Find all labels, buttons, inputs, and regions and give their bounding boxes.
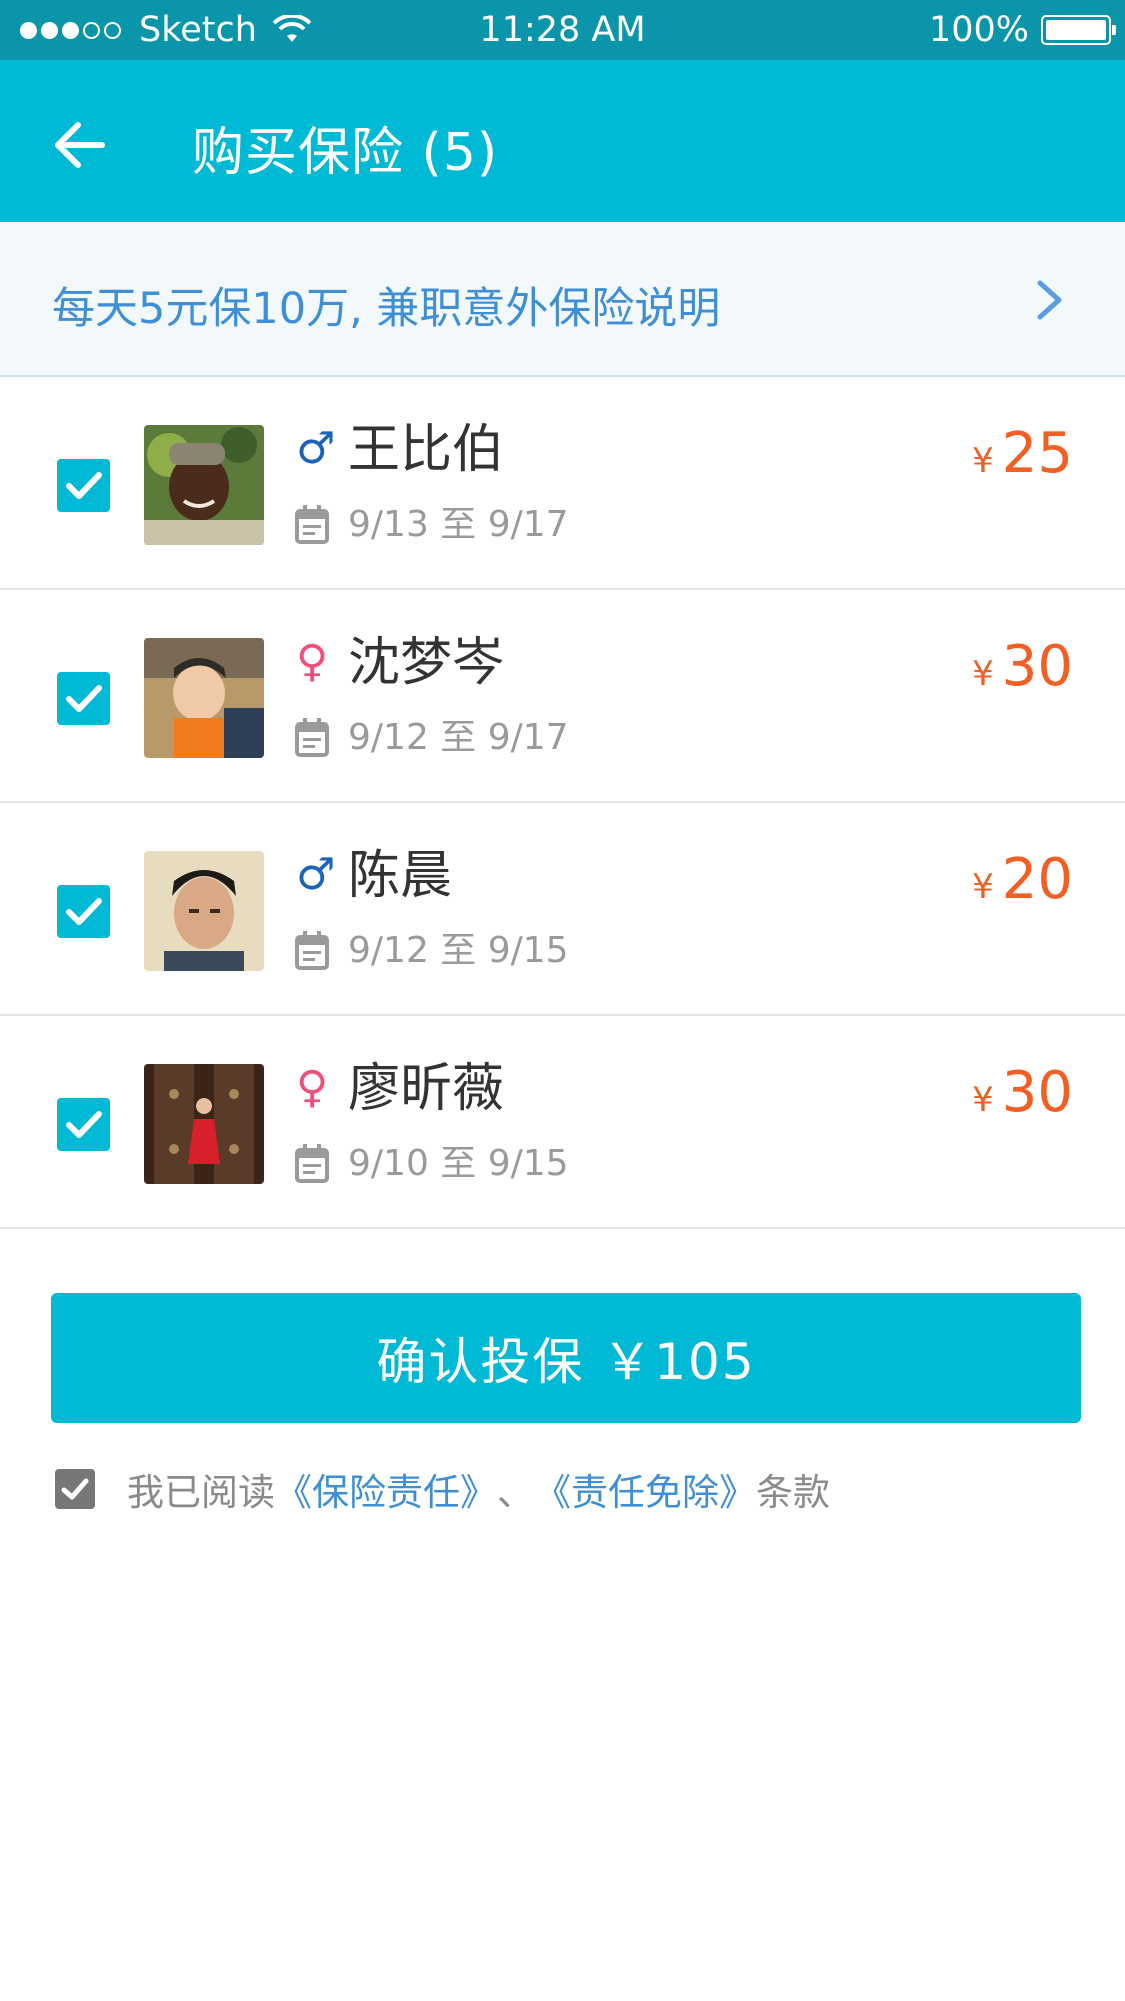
check-icon: [66, 685, 102, 712]
person-name: 廖昕薇: [348, 1059, 505, 1119]
battery-icon: [1041, 15, 1116, 45]
coverage-dates: 9/12 至 9/17: [348, 717, 569, 758]
liability-exemption-link[interactable]: 《责任免除》: [534, 1462, 756, 1516]
male-icon: ♂: [296, 849, 336, 900]
price-amount: 30: [1001, 1060, 1073, 1125]
notice-text: 每天5元保10万, 兼职意外保险说明: [52, 284, 721, 334]
currency-symbol: ¥: [972, 1080, 994, 1120]
select-checkbox[interactable]: [57, 1098, 110, 1151]
avatar: [144, 1064, 264, 1184]
arrow-left-icon[interactable]: [50, 115, 110, 175]
agreement-checkbox[interactable]: [55, 1469, 95, 1509]
list-item[interactable]: ♀ 沈梦岑 9/12 至 9/17 ¥ 30: [0, 590, 1125, 803]
price-amount: 30: [1001, 634, 1073, 699]
female-icon: ♀: [296, 1062, 329, 1113]
insured-people-list: ♂ 王比伯 9/13 至 9/17 ¥ 25 ♀ 沈梦岑 9/12 至 9/17…: [0, 377, 1125, 1229]
price: ¥ 30: [972, 1060, 1073, 1125]
avatar: [144, 851, 264, 971]
coverage-dates: 9/10 至 9/15: [348, 1143, 569, 1184]
calendar-icon: [295, 931, 329, 970]
agreement-suffix: 条款: [756, 1471, 830, 1514]
price: ¥ 30: [972, 634, 1073, 699]
page-title: 购买保险 (5): [192, 123, 499, 183]
status-bar: Sketch 11:28 AM 100%: [0, 0, 1125, 60]
currency-symbol: ¥: [972, 654, 994, 694]
chevron-right-icon: [1037, 280, 1062, 320]
check-icon: [66, 1111, 102, 1138]
coverage-dates: 9/12 至 9/15: [348, 930, 569, 971]
person-name: 沈梦岑: [348, 633, 505, 693]
calendar-icon: [295, 718, 329, 757]
list-item[interactable]: ♀ 廖昕薇 9/10 至 9/15 ¥ 30: [0, 1016, 1125, 1229]
person-name: 陈晨: [348, 846, 453, 906]
battery-status: 100%: [928, 10, 1116, 50]
person-name: 王比伯: [348, 420, 505, 480]
insurance-notice-banner[interactable]: 每天5元保10万, 兼职意外保险说明: [0, 222, 1125, 377]
price: ¥ 20: [972, 847, 1073, 912]
confirm-insure-button[interactable]: 确认投保 ￥105: [51, 1293, 1081, 1423]
agreement-row: 我已阅读 《保险责任》 、 《责任免除》 条款: [55, 1462, 830, 1516]
app-bar: 购买保险 (5): [0, 60, 1125, 222]
select-checkbox[interactable]: [57, 672, 110, 725]
list-item[interactable]: ♂ 陈晨 9/12 至 9/15 ¥ 20: [0, 803, 1125, 1016]
list-item[interactable]: ♂ 王比伯 9/13 至 9/17 ¥ 25: [0, 377, 1125, 590]
female-icon: ♀: [296, 636, 329, 687]
calendar-icon: [295, 1144, 329, 1183]
insurance-liability-link[interactable]: 《保险责任》: [275, 1462, 497, 1516]
avatar: [144, 425, 264, 545]
price: ¥ 25: [972, 421, 1073, 486]
check-icon: [61, 1478, 89, 1500]
avatar: [144, 638, 264, 758]
calendar-icon: [295, 505, 329, 544]
agreement-prefix: 我已阅读: [127, 1471, 275, 1514]
check-icon: [66, 898, 102, 925]
check-icon: [66, 472, 102, 499]
price-amount: 25: [1001, 421, 1073, 486]
coverage-dates: 9/13 至 9/17: [348, 504, 569, 545]
male-icon: ♂: [296, 423, 336, 474]
select-checkbox[interactable]: [57, 885, 110, 938]
select-checkbox[interactable]: [57, 459, 110, 512]
price-amount: 20: [1001, 847, 1073, 912]
currency-symbol: ¥: [972, 441, 994, 481]
currency-symbol: ¥: [972, 867, 994, 907]
agreement-separator: 、: [497, 1471, 534, 1514]
battery-percent: 100%: [928, 10, 1029, 50]
